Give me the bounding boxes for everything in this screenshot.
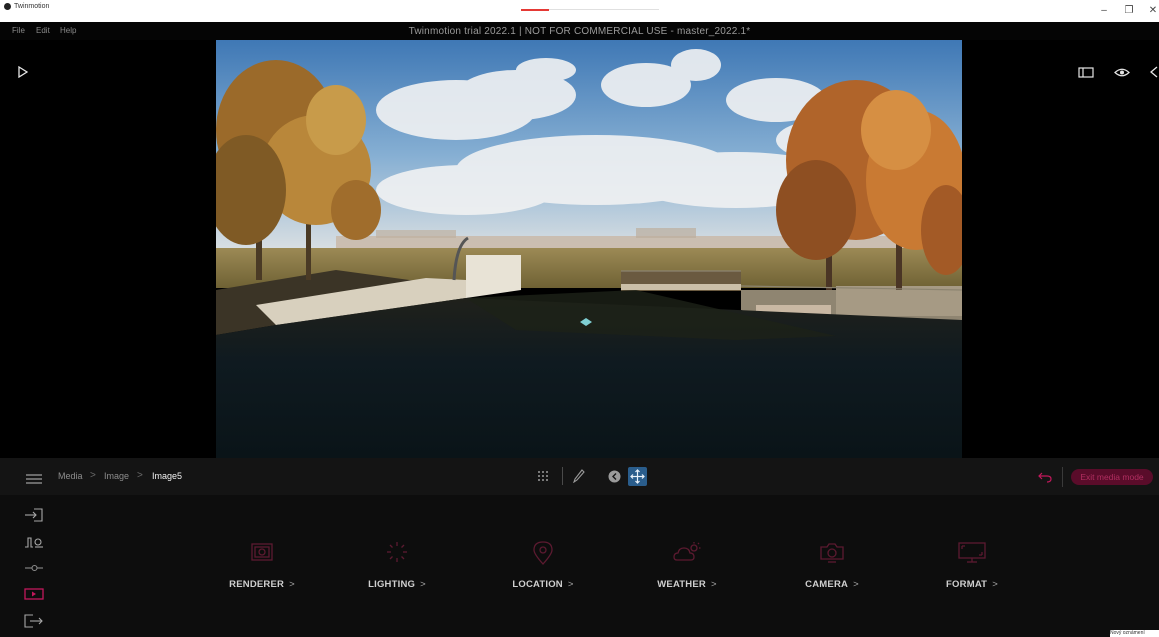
chevron-right-icon: > xyxy=(289,579,295,590)
breadcrumb-separator: > xyxy=(90,470,96,481)
collapse-left-icon[interactable] xyxy=(1149,66,1158,81)
move-icon[interactable] xyxy=(628,467,647,486)
category-renderer[interactable]: RENDERER > xyxy=(202,495,322,637)
eye-icon[interactable] xyxy=(1114,67,1130,81)
minimize-button[interactable]: – xyxy=(1096,2,1112,18)
category-location[interactable]: LOCATION > xyxy=(483,495,603,637)
export-icon[interactable] xyxy=(24,614,46,628)
restore-button[interactable]: ❐ xyxy=(1121,2,1137,18)
bottom-toolbar: Media > Image > Image5 Exit media mode xyxy=(0,458,1159,495)
category-label: RENDERER xyxy=(229,579,285,590)
notification-tooltip: Nový oznámení xyxy=(1110,630,1159,637)
chevron-right-icon: > xyxy=(992,579,998,590)
undo-icon[interactable] xyxy=(1038,470,1052,488)
panel-toggle-icon[interactable] xyxy=(1078,67,1094,81)
import-icon[interactable] xyxy=(24,508,46,522)
menu-bar: Twinmotion trial 2022.1 | NOT FOR COMMER… xyxy=(0,22,1159,40)
back-circle-icon[interactable] xyxy=(608,470,621,488)
loading-indicator xyxy=(521,9,549,11)
hamburger-icon[interactable] xyxy=(26,471,42,489)
lighting-icon xyxy=(384,541,410,568)
toolbar-divider xyxy=(1062,467,1063,487)
configure-icon[interactable] xyxy=(24,561,46,575)
media-icon[interactable] xyxy=(24,587,46,601)
window-title: Twinmotion trial 2022.1 | NOT FOR COMMER… xyxy=(408,26,751,37)
breadcrumb-media[interactable]: Media xyxy=(58,471,83,481)
viewport[interactable] xyxy=(0,40,1159,458)
media-panel: RENDERER > LIGHTING > LOCATION > WEATHER > C… xyxy=(0,495,1159,637)
location-pin-icon xyxy=(530,541,556,570)
format-icon xyxy=(958,541,986,568)
app-label: Twinmotion xyxy=(4,3,49,10)
category-label: CAMERA xyxy=(805,579,849,590)
chevron-right-icon: > xyxy=(853,579,859,590)
menu-edit[interactable]: Edit xyxy=(36,26,50,35)
chevron-right-icon: > xyxy=(710,579,717,590)
twinmotion-logo-icon xyxy=(4,3,11,10)
exit-media-mode-button[interactable]: Exit media mode xyxy=(1071,469,1153,485)
category-label: LIGHTING xyxy=(368,579,416,590)
weather-icon xyxy=(673,541,701,568)
category-label: FORMAT xyxy=(946,579,988,590)
category-camera[interactable]: CAMERA > xyxy=(772,495,892,637)
breadcrumb-image5[interactable]: Image5 xyxy=(152,471,182,481)
category-label: WEATHER xyxy=(657,579,706,590)
toolbar-divider xyxy=(562,467,563,485)
menu-help[interactable]: Help xyxy=(60,26,76,35)
category-label: LOCATION xyxy=(512,579,563,590)
category-format[interactable]: FORMAT > xyxy=(912,495,1032,637)
loading-track xyxy=(549,9,659,10)
pen-icon[interactable] xyxy=(572,469,585,488)
renderer-icon xyxy=(249,541,275,568)
render-image[interactable] xyxy=(216,40,962,458)
os-title-bar: Twinmotion – ❐ ✕ xyxy=(0,0,1159,22)
camera-icon xyxy=(819,541,845,570)
chevron-right-icon: > xyxy=(567,579,574,590)
chevron-right-icon: > xyxy=(420,579,426,590)
grid-icon[interactable] xyxy=(538,470,550,488)
category-weather[interactable]: WEATHER > xyxy=(627,495,747,637)
close-button[interactable]: ✕ xyxy=(1145,2,1159,18)
breadcrumb-image[interactable]: Image xyxy=(104,471,129,481)
breadcrumb-separator: > xyxy=(137,470,143,481)
play-icon[interactable] xyxy=(18,65,29,81)
category-lighting[interactable]: LIGHTING > xyxy=(337,495,457,637)
menu-file[interactable]: File xyxy=(12,26,25,35)
context-icon[interactable] xyxy=(24,535,46,549)
app-name: Twinmotion xyxy=(14,3,50,10)
